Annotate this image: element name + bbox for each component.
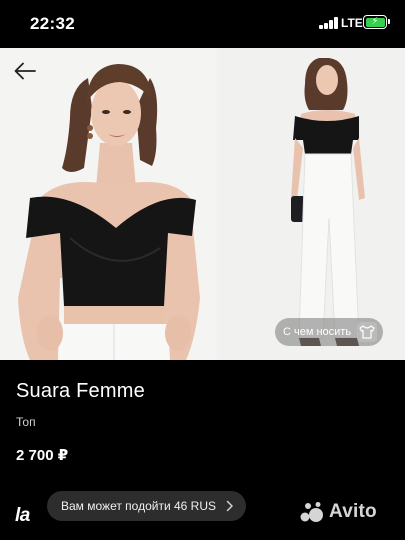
- network-type: LTE: [341, 16, 363, 30]
- status-bar: 22:32 LTE ⚡: [0, 0, 405, 48]
- status-time: 22:32: [30, 14, 75, 33]
- product-photo-full-length[interactable]: [219, 48, 405, 360]
- product-brand: Suara Femme: [16, 380, 145, 402]
- shirt-icon: [357, 322, 378, 342]
- product-price: 2 700 ₽: [16, 447, 69, 464]
- avito-watermark: Avito: [299, 501, 377, 523]
- outfit-suggestions-button[interactable]: С чем носить: [275, 318, 384, 346]
- cellular-signal-icon: [319, 17, 339, 29]
- app-logo: la: [15, 505, 30, 526]
- chevron-right-icon: [226, 500, 233, 512]
- product-category: Топ: [16, 415, 36, 429]
- avito-wordmark: Avito: [329, 501, 377, 522]
- size-recommendation-button[interactable]: Вам может подойти 46 RUS: [47, 491, 247, 521]
- battery-cap: [388, 19, 390, 24]
- battery-charging-icon: ⚡: [363, 15, 387, 29]
- back-button[interactable]: [10, 56, 40, 86]
- size-recommendation-label: Вам может подойти 46 RUS: [61, 499, 217, 513]
- arrow-left-icon: [14, 62, 36, 80]
- outfit-chip-label: С чем носить: [283, 326, 352, 338]
- avito-dots-icon: [300, 502, 323, 522]
- product-image-gallery[interactable]: С чем носить: [0, 48, 405, 360]
- product-photo-main[interactable]: [0, 48, 216, 360]
